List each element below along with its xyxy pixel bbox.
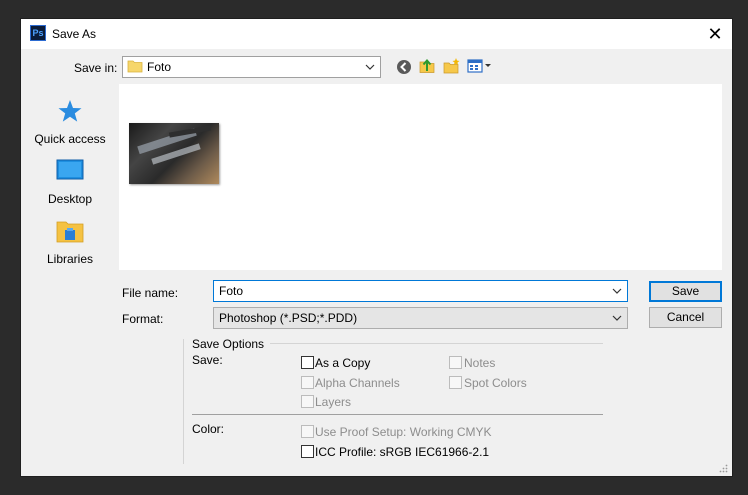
view-menu-icon[interactable]	[466, 57, 492, 75]
icc-profile-label: ICC Profile: sRGB IEC61966-2.1	[315, 445, 490, 459]
save-in-label: Save in:	[74, 61, 118, 75]
window-title: Save As	[52, 27, 97, 41]
save-in-dropdown[interactable]: Foto	[122, 56, 381, 78]
chevron-down-icon	[365, 64, 375, 70]
place-desktop[interactable]: Desktop	[21, 152, 119, 208]
photoshop-app-icon: Ps	[30, 25, 46, 41]
places-bar: Quick access Desktop Libraries	[21, 84, 119, 326]
file-list[interactable]	[119, 84, 722, 270]
format-dropdown[interactable]: Photoshop (*.PSD;*.PDD)	[213, 307, 628, 329]
libraries-icon	[56, 221, 84, 243]
save-as-dialog: Ps Save As ✕ Save in: Foto Quick access …	[20, 18, 733, 477]
place-quick-access[interactable]: Quick access	[21, 92, 119, 148]
use-proof-setup-checkbox	[301, 425, 314, 438]
chevron-down-icon	[612, 315, 622, 321]
heading-divider	[270, 343, 603, 344]
as-a-copy-checkbox[interactable]	[301, 356, 314, 369]
star-icon	[58, 100, 82, 122]
place-libraries[interactable]: Libraries	[21, 212, 119, 268]
icc-profile-checkbox[interactable]	[301, 445, 314, 458]
spot-colors-label: Spot Colors	[464, 376, 527, 390]
use-proof-setup-label: Use Proof Setup: Working CMYK	[315, 425, 492, 439]
close-icon[interactable]: ✕	[698, 19, 732, 49]
place-label: Desktop	[47, 192, 93, 206]
save-label: Save:	[192, 353, 223, 367]
image-thumbnail[interactable]	[129, 123, 219, 184]
layers-checkbox	[301, 395, 314, 408]
folder-icon	[127, 60, 143, 73]
desktop-icon	[56, 159, 84, 180]
save-button[interactable]: Save	[649, 281, 722, 302]
place-label: Quick access	[34, 132, 106, 146]
spot-colors-checkbox	[449, 376, 462, 389]
alpha-channels-checkbox	[301, 376, 314, 389]
chevron-down-icon[interactable]	[612, 286, 622, 296]
alpha-channels-label: Alpha Channels	[315, 376, 400, 390]
back-icon[interactable]	[395, 58, 413, 76]
notes-label: Notes	[464, 356, 496, 370]
layers-label: Layers	[315, 395, 352, 409]
save-options-heading: Save Options	[192, 337, 265, 351]
format-value: Photoshop (*.PSD;*.PDD)	[219, 311, 358, 325]
save-in-value: Foto	[147, 60, 172, 74]
as-a-copy-label: As a Copy	[315, 356, 371, 370]
notes-checkbox	[449, 356, 462, 369]
file-name-value: Foto	[219, 284, 244, 298]
color-divider	[192, 414, 603, 415]
resize-grip-icon[interactable]	[718, 463, 728, 473]
title-bar[interactable]: Ps Save As ✕	[21, 19, 732, 49]
format-label: Format:	[122, 312, 164, 326]
file-name-input[interactable]: Foto	[213, 280, 628, 302]
new-folder-icon[interactable]	[442, 57, 460, 75]
cancel-button[interactable]: Cancel	[649, 307, 722, 328]
file-name-label: File name:	[122, 286, 179, 300]
place-label: Libraries	[46, 252, 94, 266]
up-folder-icon[interactable]	[418, 57, 436, 75]
color-label: Color:	[192, 422, 225, 436]
